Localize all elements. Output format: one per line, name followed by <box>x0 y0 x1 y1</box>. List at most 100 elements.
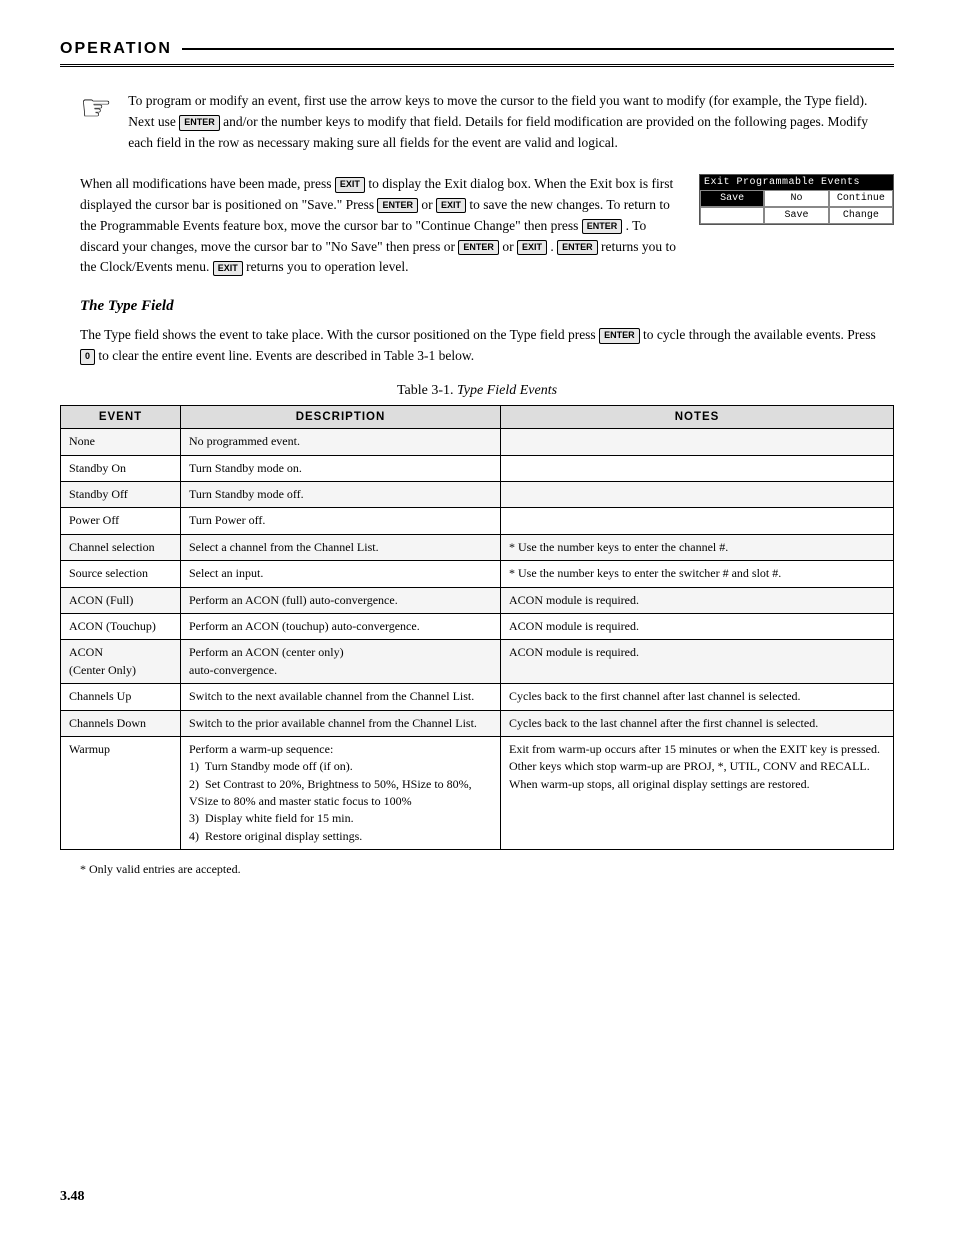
table-row: Standby OffTurn Standby mode off. <box>61 482 894 508</box>
cell-description: Select a channel from the Channel List. <box>181 534 501 560</box>
type-field-para: The Type field shows the event to take p… <box>80 325 894 367</box>
page: OPERATION ☞ To program or modify an even… <box>0 0 954 1235</box>
mod-para1-or2: or <box>444 239 455 254</box>
cell-event: Power Off <box>61 508 181 534</box>
cell-notes: Exit from warm-up occurs after 15 minute… <box>501 736 894 849</box>
enter-key-2: ENTER <box>377 198 418 214</box>
cell-event: Channels Down <box>61 710 181 736</box>
cell-description: Switch to the prior available channel fr… <box>181 710 501 736</box>
mod-para1-or2-text: or <box>502 239 517 254</box>
exit-dialog: Exit Programmable Events Save No Continu… <box>699 174 894 225</box>
enter-key-5: ENTER <box>557 240 598 256</box>
cell-description: Perform an ACON (touchup) auto-convergen… <box>181 613 501 639</box>
cell-description: Select an input. <box>181 561 501 587</box>
zero-key: 0 <box>80 349 95 365</box>
type-para-3: to clear the entire event line. Events a… <box>98 348 474 363</box>
table-row: Channel selectionSelect a channel from t… <box>61 534 894 560</box>
cell-event: Channels Up <box>61 684 181 710</box>
dialog-row-2: Save Change <box>700 207 893 224</box>
cell-notes <box>501 508 894 534</box>
cell-notes: * Use the number keys to enter the chann… <box>501 534 894 560</box>
cell-notes: ACON module is required. <box>501 640 894 684</box>
mod-para1-or: or <box>421 197 432 212</box>
mod-para1-end: returns you to operation level. <box>246 259 408 274</box>
cell-event: Source selection <box>61 561 181 587</box>
table-row: Channels DownSwitch to the prior availab… <box>61 710 894 736</box>
table-caption-italic: Type Field Events <box>457 383 557 398</box>
table-row: WarmupPerform a warm-up sequence: 1) Tur… <box>61 736 894 849</box>
exit-key-3: EXIT <box>517 240 547 256</box>
cell-notes: ACON module is required. <box>501 613 894 639</box>
dialog-body: Save No Continue Save Change <box>700 190 893 224</box>
type-para-2: to cycle through the available events. P… <box>643 327 876 342</box>
cell-notes: ACON module is required. <box>501 587 894 613</box>
mod-para1-dot: . <box>550 239 553 254</box>
table-row: ACON (Full)Perform an ACON (full) auto-c… <box>61 587 894 613</box>
header-title: OPERATION <box>60 40 172 58</box>
type-para-1: The Type field shows the event to take p… <box>80 327 596 342</box>
cell-event: Channel selection <box>61 534 181 560</box>
dialog-cell-save-highlight: Save <box>700 190 764 207</box>
enter-key-1: ENTER <box>179 115 220 131</box>
exit-key-1: EXIT <box>335 177 365 193</box>
cell-description: Perform an ACON (full) auto-convergence. <box>181 587 501 613</box>
mod-para1-before: When all modifications have been made, p… <box>80 176 332 191</box>
dialog-cell-change: Change <box>829 207 893 224</box>
dialog-cell-continue: Continue <box>829 190 893 207</box>
page-number: 3.48 <box>60 1189 85 1205</box>
dialog-row-1: Save No Continue <box>700 190 893 207</box>
cell-description: Turn Standby mode off. <box>181 482 501 508</box>
cell-notes <box>501 455 894 481</box>
cell-notes: Cycles back to the last channel after th… <box>501 710 894 736</box>
cell-description: Perform a warm-up sequence: 1) Turn Stan… <box>181 736 501 849</box>
col-description: DESCRIPTION <box>181 406 501 429</box>
cell-event: ACON (Touchup) <box>61 613 181 639</box>
tip-icon: ☞ <box>80 87 112 129</box>
cell-event: Warmup <box>61 736 181 849</box>
col-event: EVENT <box>61 406 181 429</box>
tip-text: To program or modify an event, first use… <box>128 91 894 154</box>
cell-description: Perform an ACON (center only) auto-conve… <box>181 640 501 684</box>
enter-key-4: ENTER <box>458 240 499 256</box>
tip-block: ☞ To program or modify an event, first u… <box>80 91 894 154</box>
table-caption-prefix: Table 3-1. <box>397 383 457 398</box>
modification-section: When all modifications have been made, p… <box>80 174 894 279</box>
dialog-cell-empty <box>700 207 764 224</box>
cell-description: Turn Standby mode on. <box>181 455 501 481</box>
mod-text: When all modifications have been made, p… <box>80 174 681 279</box>
cell-notes: Cycles back to the first channel after l… <box>501 684 894 710</box>
table-row: Source selectionSelect an input.* Use th… <box>61 561 894 587</box>
table-row: ACON (Center Only)Perform an ACON (cente… <box>61 640 894 684</box>
cell-description: Switch to the next available channel fro… <box>181 684 501 710</box>
table-row: Standby OnTurn Standby mode on. <box>61 455 894 481</box>
dialog-cell-no: No <box>764 190 828 207</box>
exit-key-2: EXIT <box>436 198 466 214</box>
cell-event: Standby On <box>61 455 181 481</box>
cell-notes <box>501 482 894 508</box>
cell-event: ACON (Full) <box>61 587 181 613</box>
cell-description: Turn Power off. <box>181 508 501 534</box>
table-row: NoneNo programmed event. <box>61 429 894 455</box>
table-row: Channels UpSwitch to the next available … <box>61 684 894 710</box>
dialog-title: Exit Programmable Events <box>700 175 893 190</box>
enter-key-type: ENTER <box>599 328 640 344</box>
header-rule <box>182 48 894 50</box>
event-table: EVENT DESCRIPTION NOTES NoneNo programme… <box>60 405 894 850</box>
cell-notes: * Use the number keys to enter the switc… <box>501 561 894 587</box>
type-field-heading: The Type Field <box>80 298 894 315</box>
dialog-cell-save2: Save <box>764 207 828 224</box>
table-caption: Table 3-1. Type Field Events <box>60 383 894 399</box>
cell-notes <box>501 429 894 455</box>
cell-description: No programmed event. <box>181 429 501 455</box>
cell-event: None <box>61 429 181 455</box>
table-row: ACON (Touchup)Perform an ACON (touchup) … <box>61 613 894 639</box>
table-row: Power OffTurn Power off. <box>61 508 894 534</box>
col-notes: NOTES <box>501 406 894 429</box>
table-header-row: EVENT DESCRIPTION NOTES <box>61 406 894 429</box>
page-header: OPERATION <box>60 40 894 67</box>
table-head: EVENT DESCRIPTION NOTES <box>61 406 894 429</box>
exit-key-4: EXIT <box>213 261 243 277</box>
enter-key-3: ENTER <box>582 219 623 235</box>
table-body: NoneNo programmed event.Standby OnTurn S… <box>61 429 894 850</box>
cell-event: ACON (Center Only) <box>61 640 181 684</box>
